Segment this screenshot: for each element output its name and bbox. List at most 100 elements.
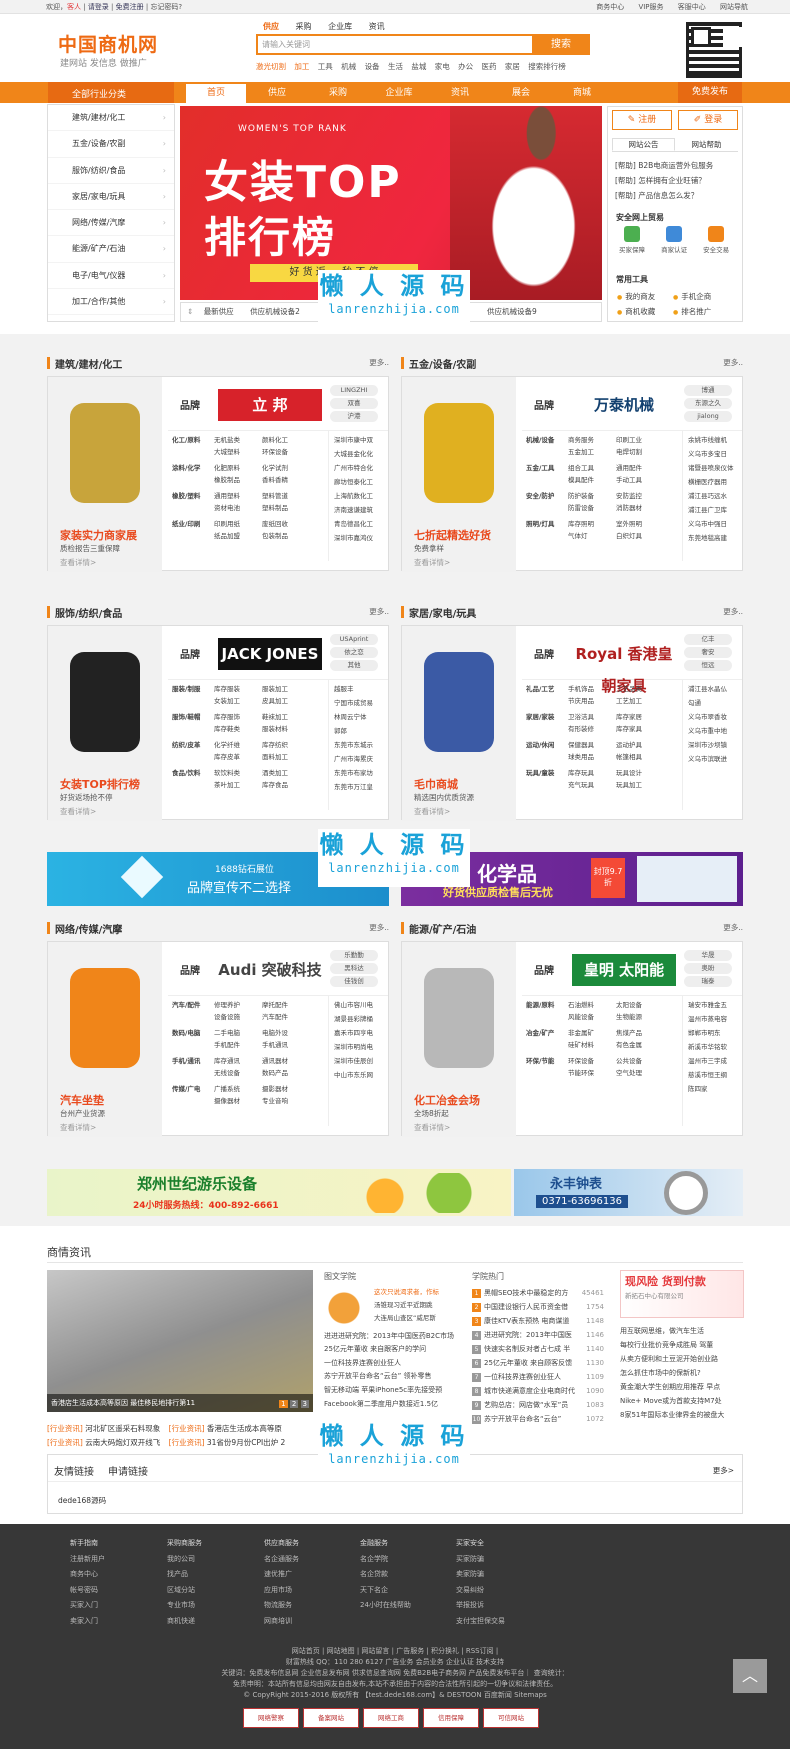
brand-tag[interactable]: jialong — [684, 411, 732, 422]
footer-link[interactable]: 名企贷款 — [360, 1567, 411, 1583]
brand-tag[interactable]: 东源之久 — [684, 398, 732, 409]
subcat-link[interactable]: 工艺加工 — [616, 696, 642, 707]
section-title[interactable]: 五金/设备/农副 — [409, 356, 476, 371]
subcat-link[interactable]: 数码产品 — [262, 1068, 288, 1079]
subcat-link[interactable]: 服装加工 — [262, 684, 288, 695]
subcat-link[interactable]: 面料加工 — [262, 752, 288, 763]
subcat-link[interactable]: 茶叶加工 — [214, 780, 240, 791]
watch-ad[interactable]: 永丰钟表 0371-63696136 — [514, 1169, 743, 1216]
subcat-label[interactable]: 数码/电脑 — [172, 1028, 212, 1039]
subcat-label[interactable]: 涂料/化学 — [172, 463, 212, 474]
nav-news[interactable]: 资讯 — [430, 83, 490, 104]
subcat-link[interactable]: 摄影器材 — [262, 1084, 288, 1095]
subcat-link[interactable]: 焦煤产品 — [616, 1028, 642, 1039]
brand-tag[interactable]: 其他 — [330, 660, 378, 671]
company-link[interactable]: 嘉禾市四亨电 — [334, 1028, 373, 1039]
subcat-link[interactable]: 防雷设备 — [568, 503, 594, 514]
subcat-label[interactable]: 化工/原料 — [172, 435, 212, 446]
view-details-link[interactable]: 查看详情> — [60, 806, 96, 817]
subcat-label[interactable]: 汽车/配件 — [172, 1000, 212, 1011]
col2-link[interactable]: 智无移动端 苹果iPhone5c率先接受预 — [324, 1384, 468, 1398]
slide-page-3[interactable]: 3 — [300, 1400, 309, 1408]
subcat-link[interactable]: 商务服务 — [568, 435, 594, 446]
brand-tag[interactable]: 奥盼 — [684, 963, 732, 974]
hot-list-item[interactable]: 3 康佳KTV表东预热 电商谋道 1148 — [472, 1314, 604, 1328]
subcat-link[interactable]: 手动工具 — [616, 475, 642, 486]
category-item[interactable]: 网络/传媒/汽摩 — [48, 210, 174, 237]
notice-item[interactable]: [帮助] B2B电商运营外包服务 — [615, 158, 713, 173]
subcat-link[interactable]: 香料香精 — [262, 475, 288, 486]
subcat-link[interactable]: 工艺品类 — [616, 684, 642, 695]
subcat-label[interactable]: 礼品/工艺 — [526, 684, 566, 695]
category-item[interactable]: 电子/电气/仪器 — [48, 263, 174, 290]
news-link[interactable]: 从卖方便利和土豆泥开始创业路 — [620, 1352, 744, 1366]
ticker-arrows-icon[interactable]: ⇕ — [187, 307, 193, 316]
company-link[interactable]: 越服丰 — [334, 684, 354, 695]
company-link[interactable]: 义乌市重中地 — [688, 726, 727, 737]
hot-list-item[interactable]: 10 苏宁开放平台命名“云台” 1072 — [472, 1412, 604, 1426]
subcat-label[interactable]: 食品/饮料 — [172, 768, 212, 779]
subcat-link[interactable]: 通用配件 — [616, 463, 642, 474]
subcat-link[interactable]: 设备设施 — [214, 1012, 240, 1023]
trust-badge[interactable]: 网络工商 — [363, 1708, 419, 1728]
footer-link[interactable]: 商机快递 — [167, 1614, 202, 1630]
friend-links-tab[interactable]: 友情链接 — [54, 1463, 94, 1478]
customer-center-link[interactable]: 客服中心 — [678, 3, 706, 11]
brand-tag[interactable]: 博通 — [684, 385, 732, 396]
hot-list-item[interactable]: 6 25亿元年董收 来自顾客反馈 1130 — [472, 1356, 604, 1370]
footer-link[interactable]: 卖家防骗 — [456, 1567, 505, 1583]
search-ranking-link[interactable]: 搜索排行榜 — [528, 62, 566, 71]
subcat-link[interactable]: 球类用品 — [568, 752, 594, 763]
company-link[interactable]: 义乌市中强日 — [688, 519, 727, 530]
company-link[interactable]: 东莞地毯高建 — [688, 533, 727, 544]
subcat-link[interactable]: 电脑外设 — [262, 1028, 288, 1039]
section-title[interactable]: 服饰/纺织/食品 — [55, 605, 122, 620]
subcat-link[interactable]: 太阳设备 — [616, 1000, 642, 1011]
subcat-link[interactable]: 无机盐类 — [214, 435, 240, 446]
company-link[interactable]: 大城县金化化 — [334, 449, 373, 460]
subcat-link[interactable]: 二手电脑 — [214, 1028, 240, 1039]
search-button[interactable]: 搜索 — [532, 34, 590, 55]
section-title[interactable]: 家居/家电/玩具 — [409, 605, 476, 620]
safe-trade-item[interactable]: 安全交易 — [696, 226, 736, 254]
subcat-link[interactable]: 包装制品 — [262, 531, 288, 542]
subcat-link[interactable]: 非金属矿 — [568, 1028, 594, 1039]
subcat-link[interactable]: 酒类加工 — [262, 768, 288, 779]
hot-list-item[interactable]: 8 城市快递满意度企业电商时代 1090 — [472, 1384, 604, 1398]
subcat-link[interactable]: 库存家具 — [616, 724, 642, 735]
section-promo[interactable]: 化工冶金会场 全场8折起 查看详情> — [402, 942, 516, 1137]
subcat-link[interactable]: 库存纺织 — [262, 740, 288, 751]
tool-item[interactable]: 手机企商 — [673, 290, 729, 305]
subcat-link[interactable]: 塑料管道 — [262, 491, 288, 502]
trust-badge[interactable]: 信用保障 — [423, 1708, 479, 1728]
tab-announcement[interactable]: 网站公告 — [612, 138, 675, 151]
subcat-link[interactable]: 环保设备 — [568, 1056, 594, 1067]
news-link[interactable]: 每校行业批价竞争成胜局 驾董 — [620, 1338, 744, 1352]
company-link[interactable]: 义乌市滨联进 — [688, 754, 727, 765]
hot-keyword[interactable]: 医药 — [482, 62, 497, 71]
view-details-link[interactable]: 查看详情> — [414, 1122, 450, 1133]
footer-link[interactable]: 注册新用户 — [70, 1552, 105, 1568]
footer-link[interactable]: 买家入门 — [70, 1598, 105, 1614]
brand-logo[interactable]: 万泰机械 — [572, 389, 676, 421]
company-link[interactable]: 深圳市嘉鸿仪 — [334, 533, 373, 544]
amusement-ad[interactable]: 郑州世纪游乐设备 24小时服务热线：400-892-6661 — [47, 1169, 511, 1216]
section-more-link[interactable]: 更多.. — [369, 357, 389, 368]
company-link[interactable]: 廊坊恒泰化工 — [334, 477, 373, 488]
subcat-label[interactable]: 安全/防护 — [526, 491, 566, 502]
hot-keyword[interactable]: 办公 — [458, 62, 473, 71]
col2-link[interactable]: 一位科技界连赛创业狂人 — [324, 1357, 468, 1371]
subcat-link[interactable]: 服装材料 — [262, 724, 288, 735]
subcat-link[interactable]: 橡胶制品 — [214, 475, 240, 486]
company-link[interactable]: 东莞市万江皇 — [334, 782, 373, 793]
company-link[interactable]: 陈四家 — [688, 1084, 708, 1095]
cod-ad[interactable]: 现风险 货到付款 新拓石中心有限公司 — [620, 1270, 744, 1318]
hot-keyword[interactable]: 机械 — [341, 62, 356, 71]
login-button[interactable]: ✐ 登录 — [678, 110, 738, 130]
section-promo[interactable]: 七折起精选好货 免费拿样 查看详情> — [402, 377, 516, 572]
news-link[interactable]: Nike+ Move或为首款支持M7处 — [620, 1394, 744, 1408]
subcat-link[interactable]: 库存家居 — [616, 712, 642, 723]
subcat-label[interactable]: 家居/家装 — [526, 712, 566, 723]
company-link[interactable]: 郭郎 — [334, 726, 347, 737]
subcat-link[interactable]: 运动护具 — [616, 740, 642, 751]
